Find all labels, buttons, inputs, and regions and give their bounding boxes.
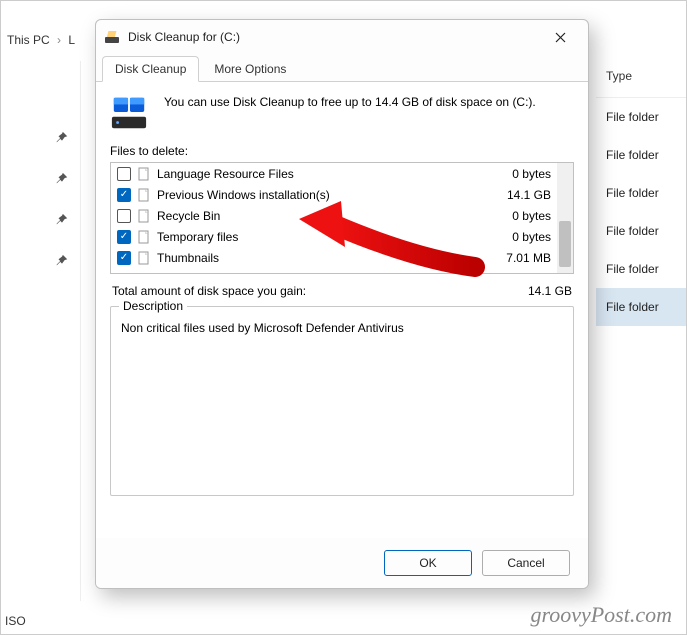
drive-icon <box>110 94 148 132</box>
file-icon <box>137 209 151 223</box>
list-item[interactable]: File folder <box>596 174 686 212</box>
description-legend: Description <box>119 299 187 313</box>
close-button[interactable] <box>540 23 580 51</box>
titlebar[interactable]: Disk Cleanup for (C:) <box>96 20 588 54</box>
disk-cleanup-icon <box>104 29 120 45</box>
file-list-row[interactable]: ✓ Temporary files0 bytes <box>111 226 557 247</box>
file-label: Previous Windows installation(s) <box>157 188 491 202</box>
list-item[interactable]: File folder <box>596 250 686 288</box>
list-item[interactable]: File folder <box>596 212 686 250</box>
checkbox[interactable]: ✓ <box>117 188 131 202</box>
dialog-content: You can use Disk Cleanup to free up to 1… <box>96 82 588 538</box>
file-list-row[interactable]: ✓ Thumbnails7.01 MB <box>111 247 557 268</box>
bottom-label: ISO <box>5 614 26 628</box>
file-size: 0 bytes <box>491 167 551 181</box>
scrollbar-thumb[interactable] <box>559 221 571 267</box>
file-label: Temporary files <box>157 230 491 244</box>
dialog-title: Disk Cleanup for (C:) <box>128 30 540 44</box>
file-icon <box>137 251 151 265</box>
watermark: groovyPost.com <box>530 602 672 628</box>
list-item[interactable]: File folder <box>596 98 686 136</box>
file-list-row[interactable]: Recycle Bin0 bytes <box>111 205 557 226</box>
checkbox[interactable]: ✓ <box>117 230 131 244</box>
list-item[interactable]: File folder <box>596 288 686 326</box>
column-header-type[interactable]: Type <box>596 61 686 98</box>
checkbox[interactable] <box>117 209 131 223</box>
disk-cleanup-dialog: Disk Cleanup for (C:) Disk Cleanup More … <box>95 19 589 589</box>
file-size: 0 bytes <box>491 209 551 223</box>
close-icon <box>555 32 566 43</box>
details-column: Type File folder File folder File folder… <box>596 61 686 601</box>
file-label: Recycle Bin <box>157 209 491 223</box>
file-list-row[interactable]: ✓ Previous Windows installation(s)14.1 GB <box>111 184 557 205</box>
breadcrumb[interactable]: This PC › L <box>7 33 75 47</box>
file-size: 7.01 MB <box>491 251 551 265</box>
file-label: Thumbnails <box>157 251 491 265</box>
cancel-button[interactable]: Cancel <box>482 550 570 576</box>
total-value: 14.1 GB <box>528 284 572 298</box>
list-item[interactable]: File folder <box>596 136 686 174</box>
pin-icon <box>55 254 69 268</box>
description-group: Description Non critical files used by M… <box>110 306 574 496</box>
tab-more-options[interactable]: More Options <box>201 56 299 81</box>
breadcrumb-part[interactable]: This PC <box>7 33 50 47</box>
tab-strip: Disk Cleanup More Options <box>96 54 588 82</box>
pin-icon <box>55 172 69 186</box>
file-icon <box>137 188 151 202</box>
total-row: Total amount of disk space you gain: 14.… <box>110 284 574 298</box>
nav-panel <box>1 61 81 601</box>
dialog-buttons: OK Cancel <box>96 538 588 588</box>
file-icon <box>137 167 151 181</box>
file-list: Language Resource Files0 bytes✓Previous … <box>110 162 574 274</box>
file-label: Language Resource Files <box>157 167 491 181</box>
breadcrumb-part[interactable]: L <box>68 33 75 47</box>
pin-icon <box>55 131 69 145</box>
files-label: Files to delete: <box>110 144 574 158</box>
file-list-row[interactable]: Language Resource Files0 bytes <box>111 163 557 184</box>
file-size: 14.1 GB <box>491 188 551 202</box>
tab-disk-cleanup[interactable]: Disk Cleanup <box>102 56 199 82</box>
file-size: 0 bytes <box>491 230 551 244</box>
description-text: Non critical files used by Microsoft Def… <box>121 321 563 335</box>
total-label: Total amount of disk space you gain: <box>112 284 306 298</box>
scrollbar[interactable] <box>557 163 573 273</box>
chevron-right-icon: › <box>57 33 61 47</box>
file-icon <box>137 230 151 244</box>
checkbox[interactable]: ✓ <box>117 251 131 265</box>
pin-icon <box>55 213 69 227</box>
checkbox[interactable] <box>117 167 131 181</box>
ok-button[interactable]: OK <box>384 550 472 576</box>
info-text: You can use Disk Cleanup to free up to 1… <box>164 94 536 132</box>
